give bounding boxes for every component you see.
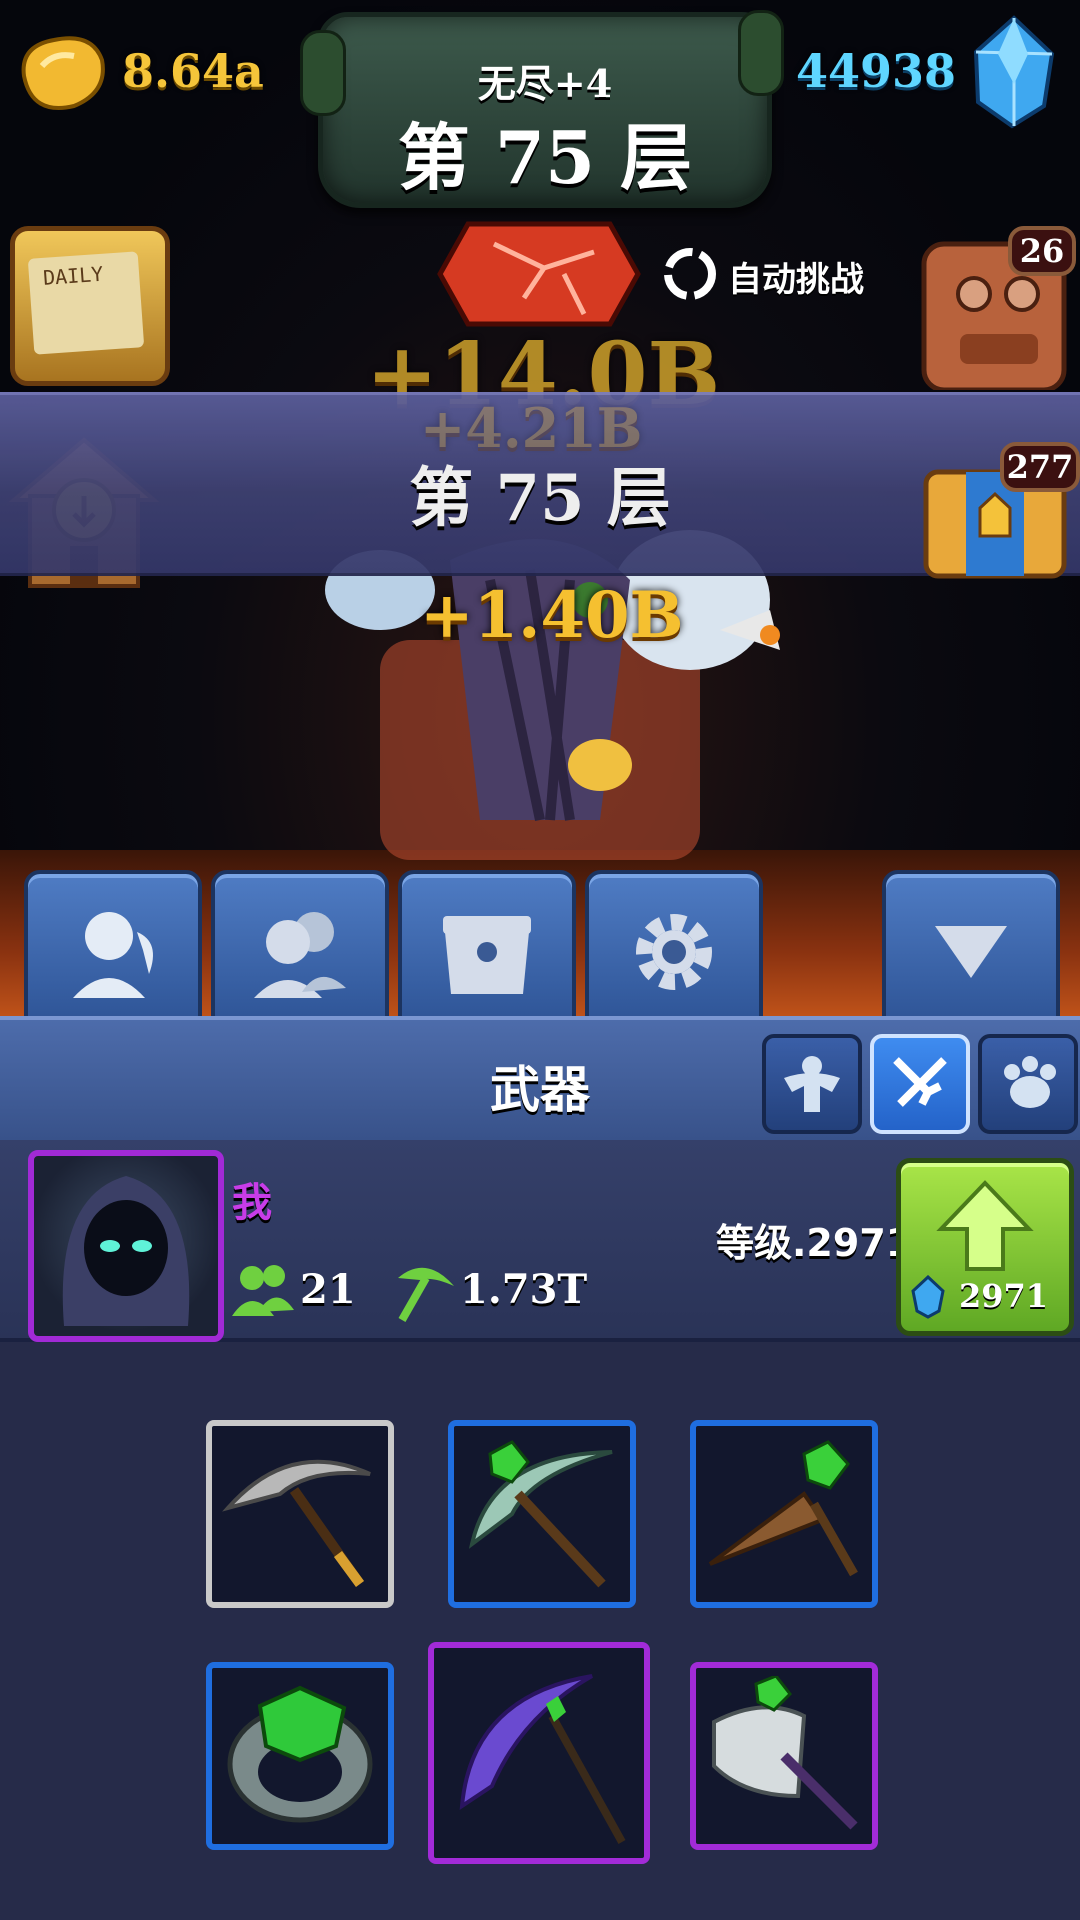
gold-amount: 8.64a — [122, 44, 264, 98]
player-row: 我 21 1.73T 等级.2971 2971 — [0, 1140, 1080, 1342]
auto-challenge-label: 自动挑战 — [728, 260, 864, 300]
upgrade-cost: 2971 — [959, 1277, 1049, 1315]
auto-challenge-ring-icon — [664, 248, 716, 300]
void-scythe-icon — [459, 1674, 626, 1844]
mining-power: 1.73T — [460, 1266, 588, 1313]
daily-calendar-button[interactable]: DAILY — [10, 226, 170, 386]
tab-team[interactable] — [211, 870, 389, 1028]
item-slot-emerald-ring[interactable] — [206, 1662, 394, 1850]
upgrade-button[interactable]: 2971 — [896, 1158, 1074, 1336]
player-avatar[interactable] — [28, 1150, 224, 1342]
treasure-chest-badge: 277 — [1000, 442, 1080, 492]
strength-tab-button[interactable] — [762, 1034, 862, 1134]
team-icon — [254, 912, 346, 998]
gem-amount: 44938 — [796, 44, 957, 98]
collapse-arrow-icon — [935, 926, 1007, 978]
robot-helper-badge: 26 — [1008, 226, 1076, 276]
right-claw-icon — [738, 10, 784, 96]
floor-sign: 无尽+4 第 75 层 — [318, 12, 772, 208]
tab-inventory[interactable] — [398, 870, 576, 1028]
mining-power-icon — [398, 1267, 454, 1322]
item-slot-emerald-drill[interactable] — [690, 1420, 878, 1608]
hooded-hero-portrait-icon — [62, 1176, 190, 1326]
red-crystal-icon — [437, 221, 641, 327]
settings-gear-icon — [636, 914, 712, 990]
calendar-page-icon: DAILY — [27, 251, 145, 355]
weapon-panel-header: 武器 — [0, 1016, 1080, 1144]
floor-banner-title: 第 75 层 — [409, 461, 671, 536]
floor-label: 第 75 层 — [397, 115, 693, 200]
player-name: 我 — [232, 1180, 272, 1226]
player-level: 等级.2971 — [716, 1221, 913, 1265]
chest-icon — [443, 916, 531, 994]
strength-icon — [784, 1056, 840, 1112]
daily-label: DAILY — [42, 261, 105, 290]
iron-pickaxe-icon — [222, 1459, 371, 1587]
team-count: 21 — [300, 1266, 356, 1313]
tab-settings[interactable] — [585, 870, 763, 1028]
pet-tab-button[interactable] — [978, 1034, 1078, 1134]
blue-gem-icon — [973, 15, 1055, 129]
damage-number-small: +1.40B — [420, 578, 684, 653]
upgrade-gem-icon — [911, 1275, 945, 1319]
damage-number-faded: +4.21B — [420, 396, 643, 460]
auto-challenge-toggle[interactable]: 自动挑战 — [660, 244, 880, 304]
gold-nugget-icon — [21, 36, 105, 110]
hero-icon — [73, 912, 153, 998]
emerald-ring-icon — [227, 1685, 373, 1823]
weapon-swords-icon — [893, 1057, 947, 1107]
weapon-tab-button[interactable] — [870, 1034, 970, 1134]
item-slot-emerald-axe[interactable] — [690, 1662, 878, 1850]
emerald-drill-icon — [708, 1440, 858, 1577]
left-claw-icon — [300, 30, 346, 116]
item-slot-void-scythe[interactable] — [428, 1642, 650, 1864]
item-slot-emerald-pickaxe[interactable] — [448, 1420, 636, 1608]
item-slot-iron-pickaxe[interactable] — [206, 1420, 394, 1608]
tab-hero[interactable] — [24, 870, 202, 1028]
pet-paw-icon — [1004, 1056, 1056, 1108]
team-count-icon — [232, 1265, 294, 1316]
upgrade-arrow-icon — [936, 1180, 1034, 1271]
emerald-axe-icon — [712, 1676, 858, 1830]
tab-collapse[interactable] — [882, 870, 1060, 1028]
emerald-pickaxe-icon — [468, 1440, 613, 1588]
